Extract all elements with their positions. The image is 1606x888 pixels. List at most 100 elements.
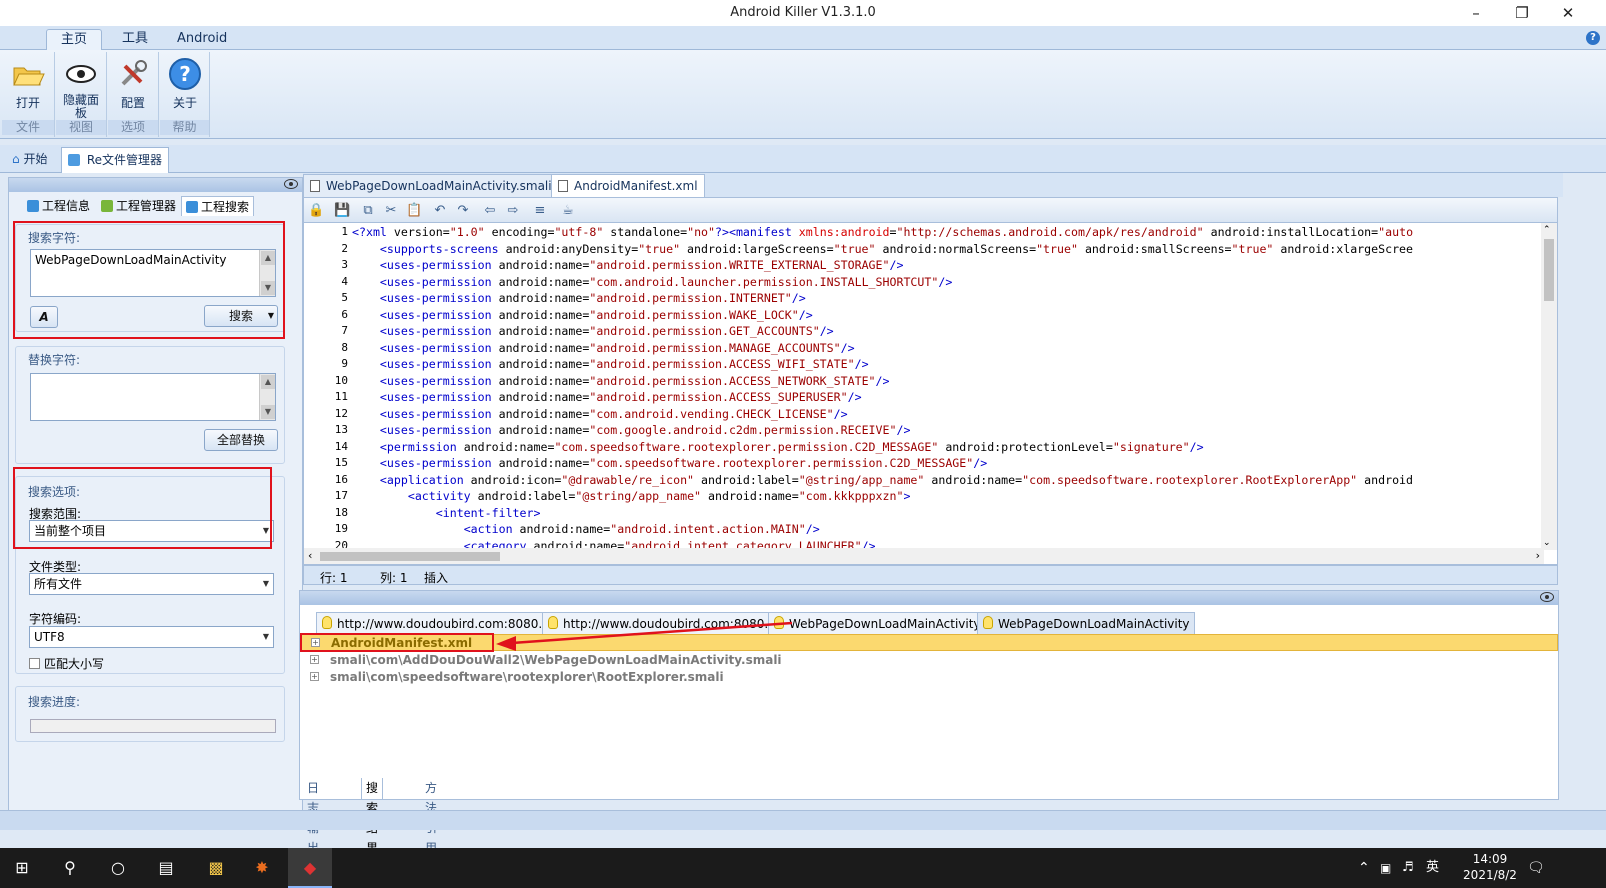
svg-text:?: ?: [179, 62, 191, 86]
code-token: ?><manifest: [715, 225, 799, 239]
maximize-button[interactable]: ❐: [1499, 0, 1545, 26]
clock[interactable]: 14:09 2021/8/2: [1455, 848, 1525, 888]
status-col: 列: 1: [380, 571, 408, 585]
editor-vertical-scrollbar[interactable]: ⌃ ⌄: [1541, 223, 1557, 550]
code-token: android:name=: [519, 522, 611, 536]
code-token: "@drawable/re_icon": [561, 472, 695, 487]
volume-icon[interactable]: ♬: [1402, 848, 1414, 888]
lock-icon[interactable]: 🔒: [308, 203, 324, 219]
code-token: "utf-8": [554, 225, 604, 239]
tab-project-info[interactable]: 工程信息: [23, 196, 94, 216]
open-button[interactable]: 打开: [3, 54, 53, 111]
tab-project-search[interactable]: 工程搜索: [181, 196, 255, 216]
save-icon[interactable]: 💾: [334, 203, 350, 219]
tab-method-references[interactable]: 方法引用: [421, 778, 441, 855]
open-label: 打开: [15, 96, 40, 110]
cortana-icon[interactable]: ○: [96, 848, 140, 888]
hide-panel-button[interactable]: 隐藏面板: [56, 54, 106, 120]
code-token: />: [896, 423, 911, 437]
code-text: <uses-permission android:name="com.andro…: [352, 274, 952, 291]
results-tab-4[interactable]: WebPageDownLoadMainActivity: [977, 612, 1195, 634]
result-item[interactable]: + smali\com\speedsoftware\rootexplorer\Ro…: [300, 669, 1558, 686]
code-token: "android.intent.action.MAIN": [610, 522, 806, 536]
line-number: 2: [341, 241, 348, 255]
code-editor[interactable]: 1 <?xml version="1.0" encoding="utf-8" st…: [303, 222, 1558, 565]
close-button[interactable]: ✕: [1545, 0, 1591, 26]
format-icon[interactable]: ≡: [532, 203, 548, 219]
minimize-button[interactable]: –: [1453, 0, 1499, 26]
line-number: 12: [334, 406, 348, 420]
tab-manifest-file[interactable]: AndroidManifest.xml: [551, 174, 705, 197]
code-text: <supports-screens android:anyDensity="tr…: [352, 241, 1413, 258]
tab-re-manager[interactable]: Re文件管理器: [61, 147, 170, 173]
tab-home[interactable]: 主页: [46, 29, 103, 51]
chevron-up-icon: ⌃: [1543, 225, 1551, 235]
tab-tools[interactable]: 工具: [108, 29, 162, 51]
replace-input-scrollbar[interactable]: ▲ ▼: [259, 374, 275, 420]
match-case-checkbox[interactable]: 匹配大小写: [29, 655, 104, 672]
scroll-thumb[interactable]: [1544, 239, 1554, 301]
file-explorer-icon[interactable]: ▩: [194, 848, 238, 888]
code-token: <uses-permission: [379, 307, 499, 322]
code-token: android:largeScreens=: [680, 241, 834, 256]
replace-input[interactable]: ▲ ▼: [30, 373, 276, 421]
code-token: android:name=: [498, 456, 590, 470]
windows-start-icon[interactable]: ⊞: [0, 848, 44, 888]
tab-log-output[interactable]: 日志输出: [303, 778, 323, 855]
notification-icon[interactable]: 🗨: [1527, 848, 1545, 888]
tray-chevron-icon[interactable]: ⌃: [1358, 848, 1370, 888]
group-label-options: 选项: [108, 120, 158, 135]
line-number: 7: [341, 324, 348, 337]
tab-start[interactable]: ⌂ 开始: [6, 147, 53, 173]
code-text: <uses-permission android:name="android.p…: [352, 373, 890, 390]
code-token: />: [791, 291, 806, 305]
home-icon: ⌂: [12, 152, 20, 166]
tab-android[interactable]: Android: [163, 29, 241, 51]
ime-indicator[interactable]: 英: [1426, 848, 1439, 888]
help-icon[interactable]: ?: [1586, 31, 1600, 45]
code-token: android: [1357, 472, 1414, 487]
search-icon[interactable]: ⚲: [48, 848, 92, 888]
eye-icon[interactable]: [1540, 592, 1554, 602]
task-view-icon[interactable]: ▤: [144, 848, 188, 888]
replace-all-button[interactable]: 全部替换: [204, 429, 278, 451]
tab-project-info-label: 工程信息: [42, 199, 91, 213]
cut-icon[interactable]: ✂: [383, 203, 399, 219]
java-icon[interactable]: ☕: [560, 203, 576, 219]
copy-icon[interactable]: ⧉: [360, 203, 376, 219]
filetype-select[interactable]: 所有文件 ▼: [29, 573, 274, 595]
redo-icon[interactable]: ↷: [455, 203, 471, 219]
undo-icon[interactable]: ↶: [432, 203, 448, 219]
app-icon[interactable]: ✸: [240, 848, 284, 888]
code-token: encoding=: [484, 225, 555, 239]
tab-manifest-label: AndroidManifest.xml: [574, 179, 698, 193]
editor-horizontal-scrollbar[interactable]: ‹ ›: [304, 548, 1544, 564]
tab-smali-file[interactable]: WebPageDownLoadMainActivity.smali: [303, 174, 559, 197]
code-token: "signature": [1112, 439, 1190, 454]
forward-icon[interactable]: ⇨: [505, 203, 521, 219]
result-item-label: smali\com\AddDouDouWall2\WebPageDownLoad…: [330, 653, 782, 667]
tab-project-manager[interactable]: 工程管理器: [97, 196, 180, 216]
encoding-select[interactable]: UTF8 ▼: [29, 626, 274, 648]
config-button[interactable]: 配置: [108, 54, 158, 111]
result-item[interactable]: + smali\com\AddDouDouWall2\WebPageDownLoa…: [300, 652, 1558, 669]
eye-icon[interactable]: [284, 179, 298, 189]
scroll-thumb[interactable]: [320, 552, 500, 561]
network-icon[interactable]: ▣: [1380, 848, 1391, 888]
code-token: <permission: [379, 439, 464, 454]
tab-search-results[interactable]: 搜索结果: [361, 778, 384, 855]
about-label: 关于: [172, 96, 197, 110]
code-token: android:icon=: [470, 472, 562, 487]
paste-icon[interactable]: 📋: [406, 203, 422, 219]
expand-icon[interactable]: +: [310, 672, 319, 681]
line-number: 6: [341, 307, 348, 321]
line-number: 9: [341, 357, 348, 370]
line-number: 11: [334, 390, 348, 403]
back-icon[interactable]: ⇦: [482, 203, 498, 219]
android-killer-taskbar-icon[interactable]: ◆: [288, 848, 332, 888]
result-item-label: smali\com\speedsoftware\rootexplorer\Roo…: [330, 670, 724, 684]
about-button[interactable]: ? 关于: [160, 54, 210, 111]
expand-icon[interactable]: +: [310, 655, 319, 664]
